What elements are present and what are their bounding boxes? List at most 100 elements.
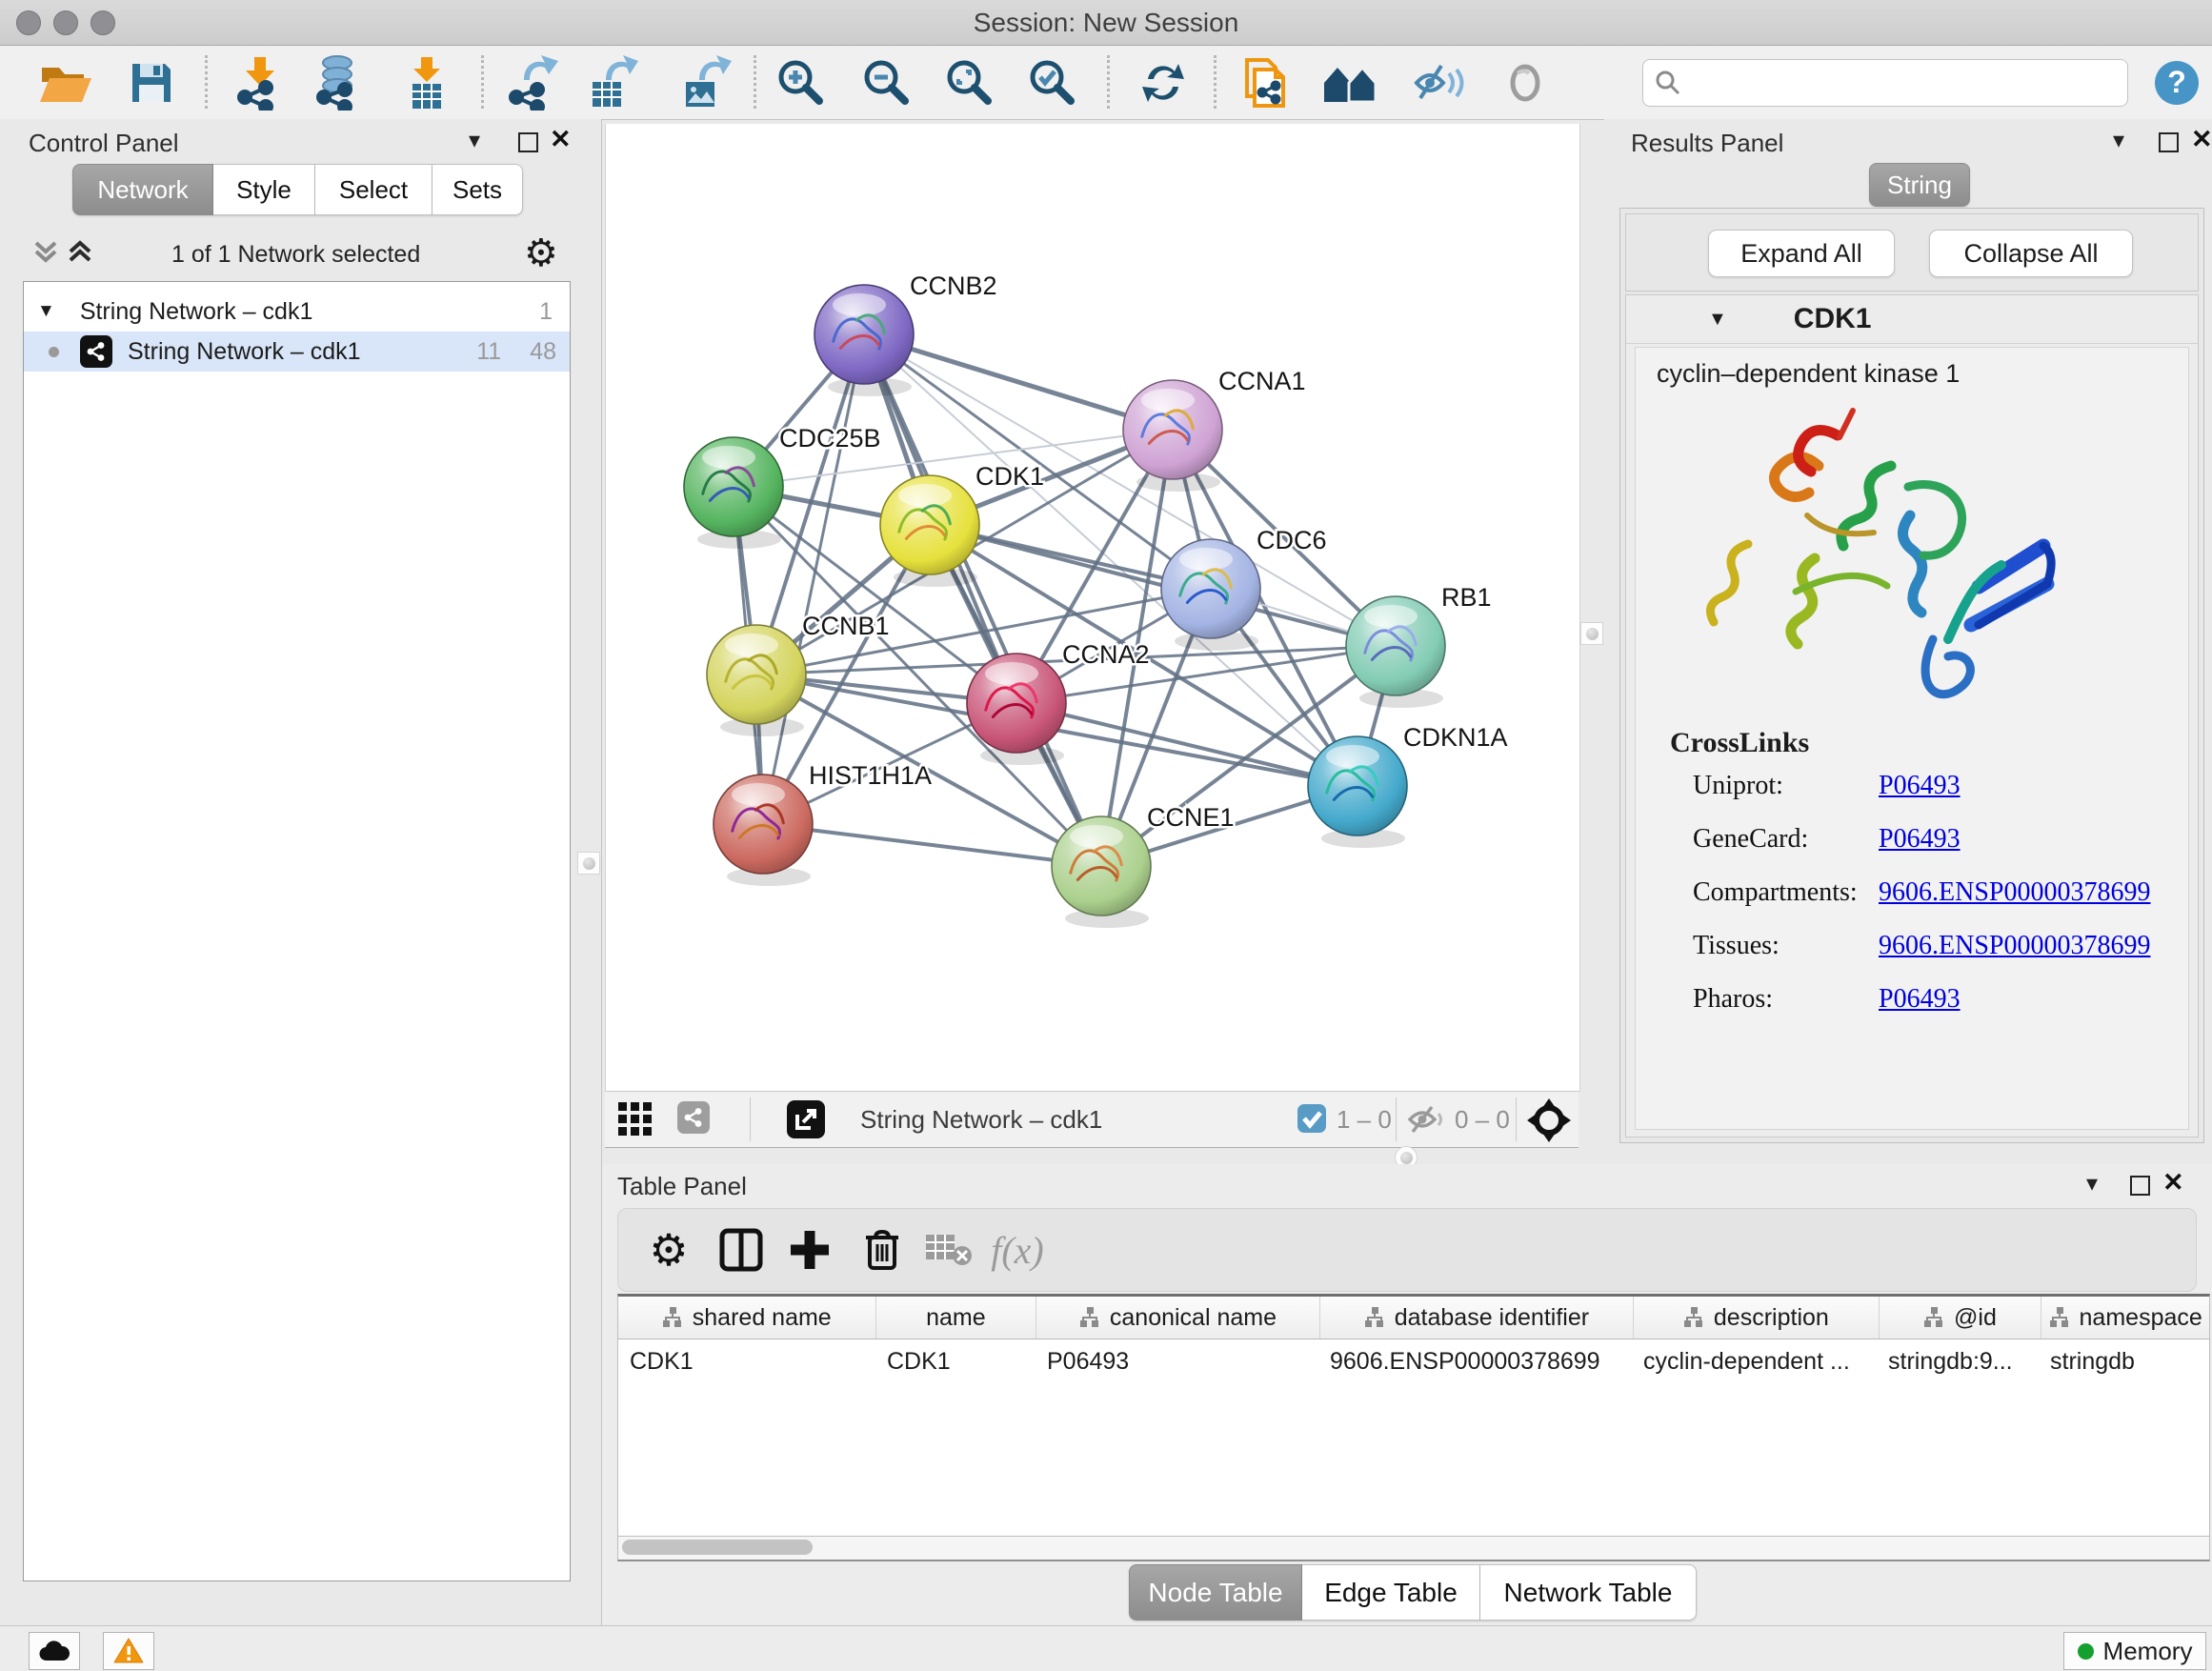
tab-network[interactable]: Network <box>72 164 213 215</box>
eye-slash-icon <box>1413 60 1466 106</box>
column-header-database-identifier[interactable]: database identifier <box>1320 1297 1634 1339</box>
network-row-selected[interactable]: String Network – cdk1 11 48 <box>24 332 570 372</box>
collapse-all-button[interactable]: Collapse All <box>1929 230 2133 277</box>
column-header-shared-name[interactable]: shared name <box>618 1297 876 1339</box>
svg-text:HIST1H1A: HIST1H1A <box>809 761 932 790</box>
detach-view-icon[interactable] <box>786 1099 826 1144</box>
open-file-button[interactable] <box>34 53 97 112</box>
panel-float-icon[interactable] <box>518 132 538 152</box>
column-header-namespace[interactable]: namespace <box>2041 1297 2209 1339</box>
birdseye-grid-icon[interactable] <box>618 1102 653 1141</box>
first-neighbors-button[interactable] <box>1318 53 1381 112</box>
import-table-button[interactable] <box>395 53 458 112</box>
network-graph[interactable]: CCNB2CCNA1CDC25BCDK1CDC6RB1CCNB1CCNA2HIS… <box>606 124 1579 1091</box>
import-network-file-button[interactable] <box>229 53 292 112</box>
export-network-button[interactable] <box>502 53 565 112</box>
cell-name: CDK1 <box>875 1348 1036 1376</box>
panel-close-icon[interactable]: ✕ <box>550 125 572 154</box>
memory-button[interactable]: Memory <box>2063 1632 2206 1670</box>
column-type-icon <box>2049 1307 2070 1328</box>
zoom-in-button[interactable] <box>770 53 833 112</box>
panel-collapse-icon[interactable]: ▾ <box>2113 127 2124 154</box>
show-columns-icon[interactable] <box>714 1222 769 1278</box>
show-all-button[interactable] <box>1494 53 1557 112</box>
panel-float-icon[interactable] <box>2130 1176 2150 1196</box>
tab-style[interactable]: Style <box>213 164 315 215</box>
table-toolbar: ⚙ f(x) <box>617 1208 2197 1292</box>
column-header-description[interactable]: description <box>1634 1297 1880 1339</box>
apply-style-refresh-button[interactable] <box>1132 53 1195 112</box>
search-input[interactable] <box>1681 64 2127 102</box>
clone-network-button[interactable] <box>1235 53 1297 112</box>
tab-string[interactable]: String <box>1869 163 1970 207</box>
node-result-content: cyclin–dependent kinase 1 <box>1635 347 2189 1130</box>
table-options-gear-icon[interactable]: ⚙ <box>641 1222 696 1278</box>
collapse-all-networks-icon[interactable] <box>67 237 93 271</box>
svg-text:CCNB2: CCNB2 <box>910 272 997 300</box>
results-panel: Results Panel ▾ ✕ String Expand All Coll… <box>1604 119 2212 1164</box>
column-header-canonical-name[interactable]: canonical name <box>1036 1297 1319 1339</box>
network-options-gear-icon[interactable]: ⚙ <box>524 232 558 275</box>
svg-text:CDKN1A: CDKN1A <box>1403 723 1508 752</box>
svg-text:RB1: RB1 <box>1441 583 1492 612</box>
hide-selected-button[interactable] <box>1408 53 1471 112</box>
panel-collapse-icon[interactable]: ▾ <box>469 127 480 154</box>
table-row[interactable]: CDK1 CDK1 P06493 9606.ENSP00000378699 cy… <box>618 1339 2209 1383</box>
compartments-link[interactable]: 9606.ENSP00000378699 <box>1879 877 2150 921</box>
export-table-button[interactable] <box>580 53 643 112</box>
scrollbar-thumb[interactable] <box>622 1540 813 1555</box>
section-disclosure-icon[interactable]: ▼ <box>1708 309 1727 331</box>
results-panel-title: Results Panel <box>1631 129 1783 158</box>
collection-disclosure-icon[interactable]: ▼ <box>37 301 55 322</box>
expand-all-networks-icon[interactable] <box>32 237 59 271</box>
add-column-icon[interactable] <box>782 1222 837 1278</box>
genecard-link[interactable]: P06493 <box>1879 824 1961 868</box>
network-label: String Network – cdk1 <box>128 338 361 366</box>
network-overview-icon[interactable] <box>677 1101 710 1134</box>
node-position-reset-icon[interactable] <box>1527 1098 1571 1147</box>
selected-checkbox[interactable] <box>1297 1103 1327 1138</box>
table-panel: Table Panel ▾ ✕ ⚙ f(x) <box>602 1164 2212 1625</box>
panel-close-icon[interactable]: ✕ <box>2162 1168 2184 1198</box>
left-splitter-handle[interactable] <box>577 852 600 875</box>
zoom-fit-button[interactable] <box>938 53 1001 112</box>
right-splitter-handle[interactable] <box>1580 622 1603 645</box>
panel-close-icon[interactable]: ✕ <box>2191 125 2212 154</box>
panel-collapse-icon[interactable]: ▾ <box>2086 1170 2098 1198</box>
hidden-eye-icon[interactable] <box>1407 1103 1447 1140</box>
tab-edge-table[interactable]: Edge Table <box>1302 1564 1480 1621</box>
delete-table-icon[interactable] <box>921 1222 976 1278</box>
panel-float-icon[interactable] <box>2159 132 2179 152</box>
node-result-header[interactable]: ▼ CDK1 <box>1626 295 2198 344</box>
network-view-title: String Network – cdk1 <box>860 1105 1102 1135</box>
tab-sets[interactable]: Sets <box>432 164 523 215</box>
zoom-out-button[interactable] <box>855 53 918 112</box>
delete-column-icon[interactable] <box>855 1222 910 1278</box>
crosslink-row: GeneCard: P06493 <box>1693 824 2179 868</box>
function-builder-icon[interactable]: f(x) <box>990 1222 1045 1278</box>
tab-network-table[interactable]: Network Table <box>1480 1564 1697 1621</box>
zoom-selected-button[interactable] <box>1021 53 1084 112</box>
horizontal-scrollbar[interactable] <box>617 1536 2210 1561</box>
cloud-status-button[interactable] <box>29 1632 80 1670</box>
import-network-database-button[interactable] <box>308 53 371 112</box>
toolbar-separator <box>750 1097 751 1141</box>
pharos-link[interactable]: P06493 <box>1879 984 1961 1028</box>
expand-all-button[interactable]: Expand All <box>1708 230 1895 277</box>
export-image-button[interactable] <box>674 53 736 112</box>
network-view-canvas[interactable]: CCNB2CCNA1CDC25BCDK1CDC6RB1CCNB1CCNA2HIS… <box>605 124 1580 1092</box>
tab-select[interactable]: Select <box>315 164 432 215</box>
help-button[interactable]: ? <box>2145 53 2208 112</box>
string-results-container: Expand All Collapse All ▼ CDK1 cyclin–de… <box>1619 208 2204 1143</box>
column-header-name[interactable]: name <box>876 1297 1037 1339</box>
network-collection-row[interactable]: ▼ String Network – cdk1 1 <box>24 292 570 332</box>
cloud-icon <box>38 1640 70 1662</box>
column-header-id[interactable]: @id <box>1880 1297 2042 1339</box>
import-database-icon <box>312 55 366 111</box>
tissues-link[interactable]: 9606.ENSP00000378699 <box>1879 931 2150 975</box>
memory-status-icon <box>2078 1643 2094 1660</box>
tab-node-table[interactable]: Node Table <box>1129 1564 1302 1621</box>
save-session-button[interactable] <box>120 53 183 112</box>
warnings-button[interactable] <box>103 1632 154 1670</box>
uniprot-link[interactable]: P06493 <box>1879 771 1961 815</box>
